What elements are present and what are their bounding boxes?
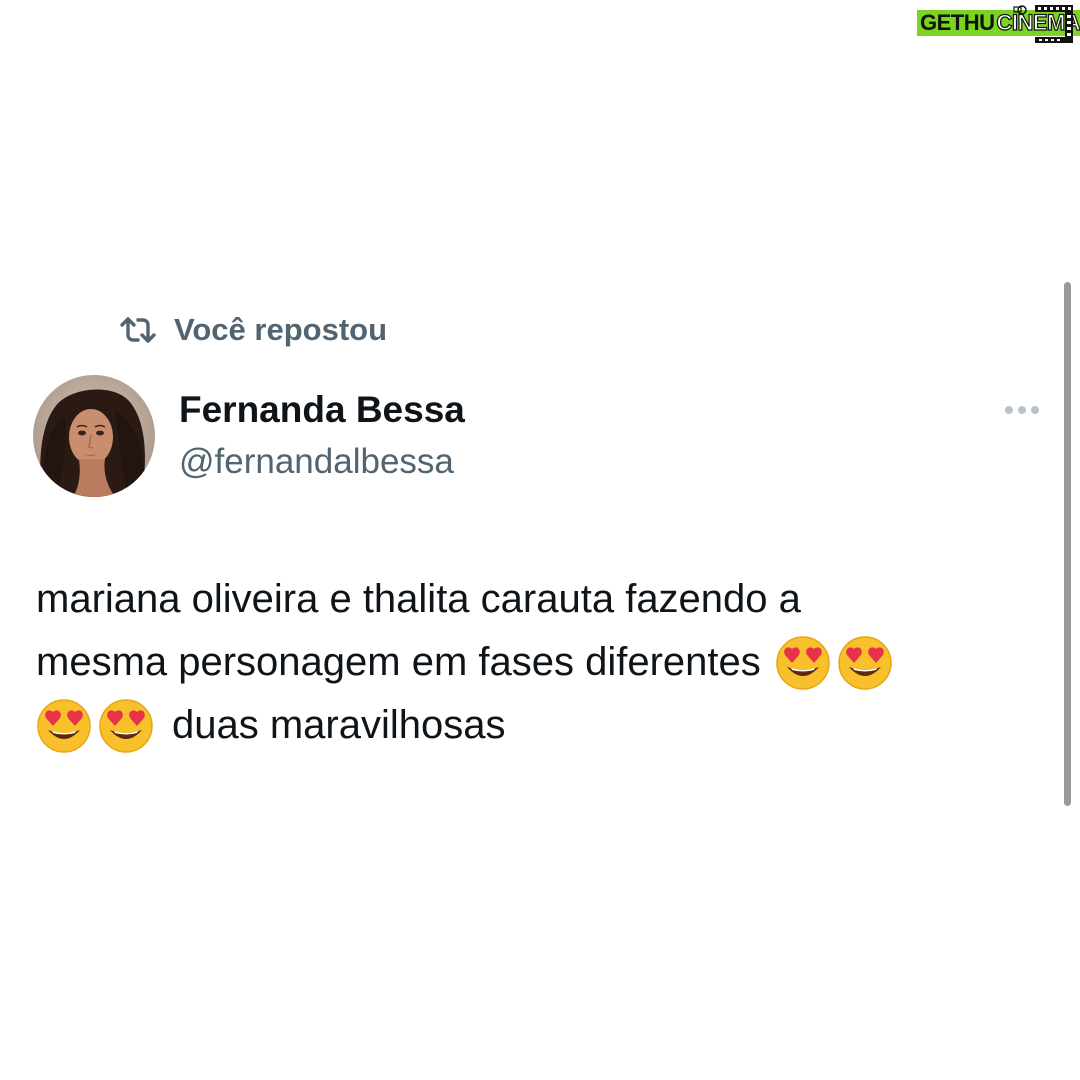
avatar[interactable] — [33, 375, 155, 497]
tweet-line-1: mariana oliveira e thalita carauta fazen… — [36, 568, 1036, 631]
watermark-part1: GETHU — [917, 10, 997, 36]
more-options-button[interactable] — [996, 396, 1048, 424]
film-strip-icon — [1013, 5, 1073, 43]
repost-indicator: Você repostou — [118, 306, 387, 354]
heart-eyes-emoji-icon — [775, 635, 831, 691]
more-horizontal-icon-dot — [1018, 406, 1026, 414]
author-display-name[interactable]: Fernanda Bessa — [179, 388, 465, 432]
tweet-text: mariana oliveira e thalita carauta fazen… — [36, 568, 1036, 757]
tweet-text-line3: duas maravilhosas — [172, 703, 506, 747]
more-horizontal-icon-dot — [1031, 406, 1039, 414]
more-horizontal-icon-dot — [1005, 406, 1013, 414]
tweet-text-line2: mesma personagem em fases diferentes — [36, 640, 761, 684]
author-handle[interactable]: @fernandalbessa — [179, 440, 454, 484]
tweet-text-line1: mariana oliveira e thalita carauta fazen… — [36, 577, 801, 621]
scrollbar[interactable] — [1064, 282, 1071, 806]
heart-eyes-emoji-icon — [36, 698, 92, 754]
repost-icon — [118, 315, 158, 345]
tweet-screenshot: GETHU CINEMA Você repostou Fernanda Bess… — [0, 0, 1080, 1080]
tweet-line-2: mesma personagem em fases diferentes — [36, 631, 1036, 694]
tweet-line-3: duas maravilhosas — [36, 694, 1036, 757]
repost-label: Você repostou — [174, 312, 388, 347]
watermark-logo: GETHU CINEMA — [917, 4, 1080, 43]
heart-eyes-emoji-icon — [837, 635, 893, 691]
heart-eyes-emoji-icon — [98, 698, 154, 754]
